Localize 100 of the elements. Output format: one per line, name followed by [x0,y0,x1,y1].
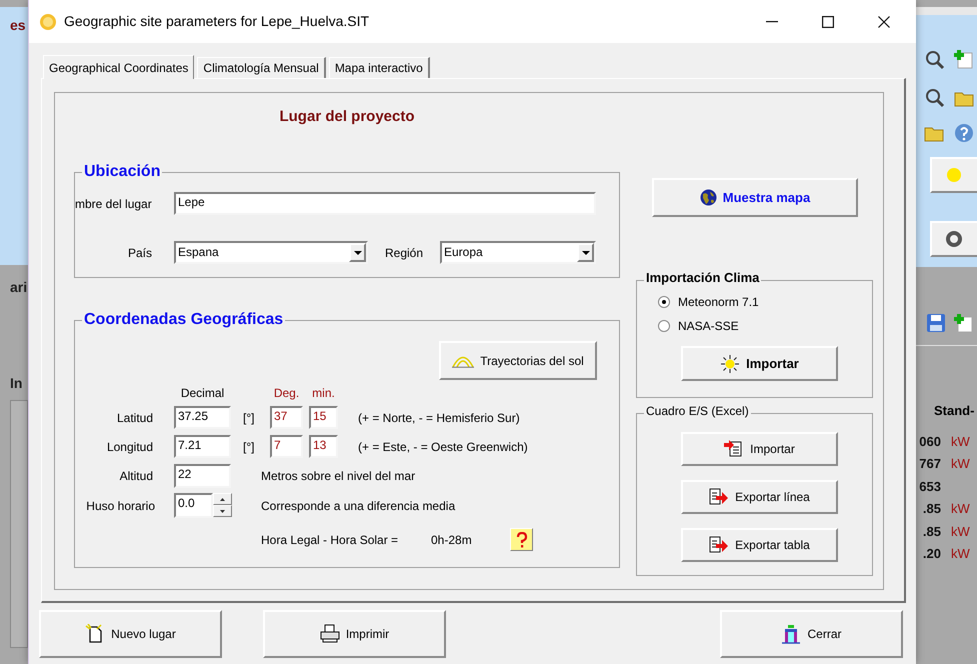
unit-text: kW [951,455,970,474]
radio-option[interactable]: NASA-SSE [658,319,872,332]
button-label: Importar [750,441,795,458]
footer-button[interactable]: Imprimir [263,610,446,658]
group-label: Coordenadas Geográficas [82,310,286,330]
column-header: Decimal [180,386,226,400]
excel-button[interactable]: Importar [681,432,838,466]
help-icon [954,123,974,143]
unit-text: [°] [243,438,256,456]
import-button[interactable]: Importar [681,346,838,381]
option-label: NASA-SSE [678,318,739,334]
close-icon [878,16,890,28]
menu-bar [916,7,977,15]
radio-button[interactable] [658,296,670,308]
dropdown-arrow-icon [582,250,590,254]
button-label: Importar [746,354,799,373]
degrees-field[interactable]: 7 [270,435,303,458]
group-label: Cuadro E/S (Excel) [644,403,751,419]
help-icon [516,532,528,548]
button-label: Trayectorias del sol [480,352,584,370]
hint-text: (+ = Este, - = Oeste Greenwich) [358,438,528,456]
button-label: Muestra mapa [722,188,810,207]
field-label: Huso horario [85,498,155,514]
name-field[interactable]: Lepe [174,192,596,215]
minutes-field[interactable]: 13 [309,435,338,458]
add-document-icon [954,49,974,69]
field-label: Altitud [118,468,153,485]
show-map-button[interactable]: Muestra mapa [652,178,858,217]
background-text: In [10,374,22,393]
tab[interactable]: Mapa interactivo [328,57,430,78]
minimize-icon [766,20,778,22]
field-label: mbre del lugar [75,196,153,212]
spin-button[interactable] [213,493,232,518]
background-text: ari [10,278,28,297]
printer-icon [320,624,340,644]
export-sheet-icon [709,487,730,507]
footer-button[interactable]: Nuevo lugar [39,610,222,658]
field-label: Longitud [106,438,153,456]
excel-button[interactable]: Exportar línea [681,480,838,514]
value-text: .85 [922,500,941,518]
group-label: Importación Clima [644,270,762,286]
option-label: Meteonorm 7.1 [678,294,759,310]
footer-button[interactable]: Cerrar [720,610,903,658]
value-text: .20 [922,545,941,564]
column-heading: Stand- [934,402,974,420]
column-header: Deg. [272,386,300,400]
excel-button[interactable]: Exportar tabla [681,528,838,562]
dropdown-arrow-icon [354,250,362,254]
radio-option[interactable]: Meteonorm 7.1 [658,295,872,308]
minutes-field[interactable]: 15 [309,406,338,429]
hint-text: Corresponde a una diferencia media [261,498,456,514]
export-sheet-icon [709,535,730,555]
field-label: Región [385,244,424,262]
hint-text: Metros sobre el nivel del mar [261,468,416,485]
sun-icon [720,354,740,374]
radio-button[interactable] [658,320,670,332]
value-text: .85 [922,522,941,541]
up-arrow-icon [220,498,225,500]
unit-text: kW [951,432,970,451]
tab[interactable]: Climatología Mensual [197,57,326,78]
gear-icon [946,231,962,247]
degrees-field[interactable]: 37 [270,406,303,429]
button-label: Exportar línea [735,489,810,506]
value-text: 653 [918,478,941,496]
country-dropdown[interactable]: Espana [174,241,368,264]
button-label: Exportar tabla [735,537,810,554]
region-dropdown[interactable]: Europa [440,241,596,264]
toolbar-button[interactable] [930,157,977,193]
hint-text: (+ = Norte, - = Hemisferio Sur) [358,410,520,426]
sun-paths-button[interactable]: Trayectorias del sol [439,341,597,380]
column-header: min. [311,386,336,400]
add-document-icon [954,313,974,333]
search-icon [925,88,945,108]
globe-icon [700,189,717,206]
doorway-icon [781,624,802,644]
button-label: Imprimir [346,626,390,643]
help-button[interactable] [510,528,533,551]
unit-text: kW [951,545,970,564]
import-sheet-icon [724,439,744,459]
button-label: Nuevo lugar [111,626,176,643]
tab[interactable]: Geographical Coordinates [43,55,194,79]
field-label: Latitud [116,410,153,426]
sun-globe-icon [39,12,57,30]
value-text: 0h-28m [431,532,472,548]
save-icon [926,313,946,333]
value-text: 767 [918,455,941,474]
decimal-field[interactable]: 7.21 [174,435,231,458]
section-heading: Lugar del proyecto [278,107,416,124]
search-icon [925,50,945,70]
window-title: Geographic site parameters for Lepe_Huelva.SIT [64,12,370,31]
background-text: es [10,16,26,35]
value-text: 060 [918,432,941,451]
timezone-field[interactable]: 0.0 [174,493,213,518]
button-label: Cerrar [807,626,842,643]
field-label: País [126,244,152,262]
unit-text: [°] [243,410,256,426]
decimal-field[interactable]: 37.25 [174,406,231,429]
unit-text: kW [951,522,970,541]
altitude-field[interactable]: 22 [174,464,231,488]
toolbar-button[interactable] [930,221,977,257]
